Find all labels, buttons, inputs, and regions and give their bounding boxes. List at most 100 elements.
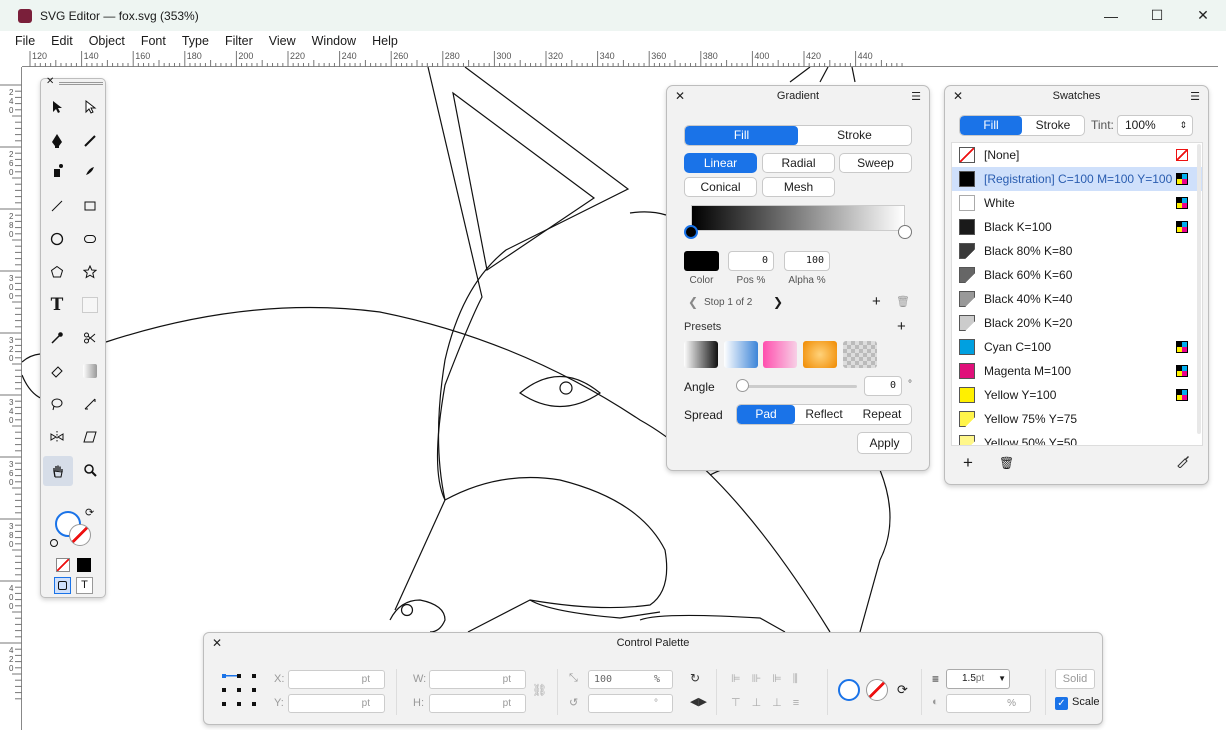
- text-tool-icon[interactable]: T: [45, 293, 69, 317]
- height-field[interactable]: pt: [429, 694, 526, 713]
- vertical-ruler[interactable]: 2 4 0 2 6 0 2 8 0 3 0 0 3 2 0 3 4 0 3 6 0 3 8 0…: [0, 67, 22, 730]
- panel-menu-icon[interactable]: ☰: [1190, 90, 1200, 103]
- minimize-button[interactable]: —: [1088, 0, 1134, 31]
- rotate-icon[interactable]: ↺: [569, 696, 578, 709]
- angle-slider-handle[interactable]: [736, 379, 749, 392]
- swap-fill-stroke-icon[interactable]: ⟳: [897, 682, 908, 698]
- close-button[interactable]: ✕: [1180, 0, 1226, 31]
- solid-button[interactable]: Solid: [1055, 669, 1095, 689]
- object-mode-button[interactable]: [54, 577, 71, 594]
- line-tool-icon[interactable]: [45, 194, 69, 218]
- delete-swatch-icon[interactable]: 🗑: [999, 456, 1014, 470]
- linear-type-button[interactable]: Linear: [684, 153, 757, 173]
- add-swatch-icon[interactable]: +: [963, 453, 973, 473]
- swatch-item[interactable]: [Registration] C=100 M=100 Y=100: [952, 167, 1202, 191]
- scissors-tool-icon[interactable]: [78, 326, 102, 350]
- prev-stop-icon[interactable]: ❮: [688, 295, 698, 309]
- close-icon[interactable]: ✕: [212, 636, 222, 650]
- preset-blue[interactable]: [724, 341, 758, 368]
- maximize-button[interactable]: ☐: [1134, 0, 1180, 31]
- apply-button[interactable]: Apply: [857, 432, 912, 454]
- opacity-icon[interactable]: ◐: [932, 696, 939, 708]
- control-palette-header[interactable]: ✕ Control Palette: [204, 633, 1102, 653]
- rotation-field[interactable]: °: [588, 694, 673, 713]
- anchor-point-tool-icon[interactable]: [45, 159, 69, 183]
- swatch-item[interactable]: Magenta M=100: [952, 359, 1202, 383]
- direct-selection-tool-icon[interactable]: [78, 95, 102, 119]
- selection-tool-icon[interactable]: [45, 95, 69, 119]
- swatches-panel-header[interactable]: ✕ Swatches ☰: [945, 86, 1208, 106]
- flip-horizontal-icon[interactable]: ◀▶: [690, 695, 707, 708]
- swatch-item[interactable]: Yellow Y=100: [952, 383, 1202, 407]
- menu-file[interactable]: File: [0, 34, 43, 48]
- swatch-scrollbar[interactable]: [1197, 144, 1201, 434]
- angle-field[interactable]: 0: [864, 376, 902, 396]
- constrain-proportions-icon[interactable]: ⛓: [532, 683, 547, 697]
- gradient-tool-icon[interactable]: [78, 359, 102, 383]
- stroke-tab[interactable]: Stroke: [798, 126, 911, 145]
- menu-help[interactable]: Help: [364, 34, 406, 48]
- stroke-weight-icon[interactable]: ≡: [932, 672, 939, 686]
- radial-type-button[interactable]: Radial: [762, 153, 835, 173]
- menu-view[interactable]: View: [261, 34, 304, 48]
- swatch-item[interactable]: [None]: [952, 143, 1202, 167]
- rounded-rect-tool-icon[interactable]: [78, 227, 102, 251]
- add-preset-icon[interactable]: +: [897, 318, 906, 335]
- swatch-item[interactable]: Black 60% K=60: [952, 263, 1202, 287]
- eraser-tool-icon[interactable]: [45, 359, 69, 383]
- swatch-item[interactable]: Yellow 50% Y=50: [952, 431, 1202, 445]
- close-icon[interactable]: ✕: [675, 89, 685, 103]
- menu-edit[interactable]: Edit: [43, 34, 81, 48]
- swatch-fill-tab[interactable]: Fill: [960, 116, 1022, 135]
- black-color-button[interactable]: [77, 558, 91, 572]
- stop-color-swatch[interactable]: [684, 251, 719, 271]
- next-stop-icon[interactable]: ❯: [773, 295, 783, 309]
- align-horizontal-icons[interactable]: ⊫⊪⊫⫼: [731, 672, 809, 686]
- none-color-button[interactable]: [56, 558, 70, 572]
- default-colors-icon[interactable]: [50, 539, 58, 547]
- reference-point-grid[interactable]: [222, 673, 256, 707]
- stroke-weight-field[interactable]: 1.5pt ▼: [946, 669, 1010, 689]
- drag-handle[interactable]: [59, 82, 103, 85]
- dropdown-icon[interactable]: ▼: [998, 670, 1006, 688]
- close-icon[interactable]: ✕: [953, 89, 963, 103]
- swatch-item[interactable]: Black 40% K=40: [952, 287, 1202, 311]
- hand-tool-icon[interactable]: [43, 456, 73, 486]
- y-field[interactable]: pt: [288, 694, 385, 713]
- scale-icon[interactable]: ⤡: [569, 672, 578, 685]
- lasso-tool-icon[interactable]: [45, 392, 69, 416]
- pen-tool-icon[interactable]: [45, 129, 69, 153]
- opacity-field[interactable]: %: [946, 694, 1031, 713]
- align-vertical-icons[interactable]: ⊤⊥⊥≡: [731, 696, 810, 709]
- ellipse-tool-icon[interactable]: [45, 227, 69, 251]
- scale-checkbox[interactable]: ✓: [1055, 697, 1068, 710]
- stepper-icon[interactable]: ⇕: [1179, 116, 1187, 135]
- gradient-stop-2[interactable]: [898, 225, 912, 239]
- swatch-list[interactable]: [None] [Registration] C=100 M=100 Y=100 Wh…: [951, 142, 1203, 446]
- scale-field[interactable]: 100%: [588, 670, 673, 689]
- width-field[interactable]: pt: [429, 670, 526, 689]
- alpha-field[interactable]: 100: [784, 251, 830, 271]
- spread-reflect[interactable]: Reflect: [795, 405, 853, 424]
- panel-menu-icon[interactable]: ☰: [911, 90, 921, 103]
- swatch-item[interactable]: Black 80% K=80: [952, 239, 1202, 263]
- angle-slider[interactable]: [737, 385, 857, 388]
- control-stroke-swatch[interactable]: [866, 679, 888, 701]
- gradient-panel-header[interactable]: ✕ Gradient ☰: [667, 86, 929, 106]
- swatch-stroke-tab[interactable]: Stroke: [1022, 116, 1084, 135]
- rotate-90-icon[interactable]: ↻: [690, 671, 700, 685]
- control-fill-swatch[interactable]: [838, 679, 860, 701]
- mesh-type-button[interactable]: Mesh: [762, 177, 835, 197]
- measure-tool-icon[interactable]: [78, 392, 102, 416]
- preset-black-white[interactable]: [684, 341, 718, 368]
- spread-pad[interactable]: Pad: [737, 405, 795, 424]
- frame-tool-icon[interactable]: [78, 293, 102, 317]
- sweep-type-button[interactable]: Sweep: [839, 153, 912, 173]
- menu-font[interactable]: Font: [133, 34, 174, 48]
- swatch-item[interactable]: Cyan C=100: [952, 335, 1202, 359]
- swatch-item[interactable]: Black K=100: [952, 215, 1202, 239]
- eyedropper-icon[interactable]: [1176, 454, 1190, 471]
- menu-type[interactable]: Type: [174, 34, 217, 48]
- swatch-item[interactable]: Yellow 75% Y=75: [952, 407, 1202, 431]
- star-tool-icon[interactable]: [78, 260, 102, 284]
